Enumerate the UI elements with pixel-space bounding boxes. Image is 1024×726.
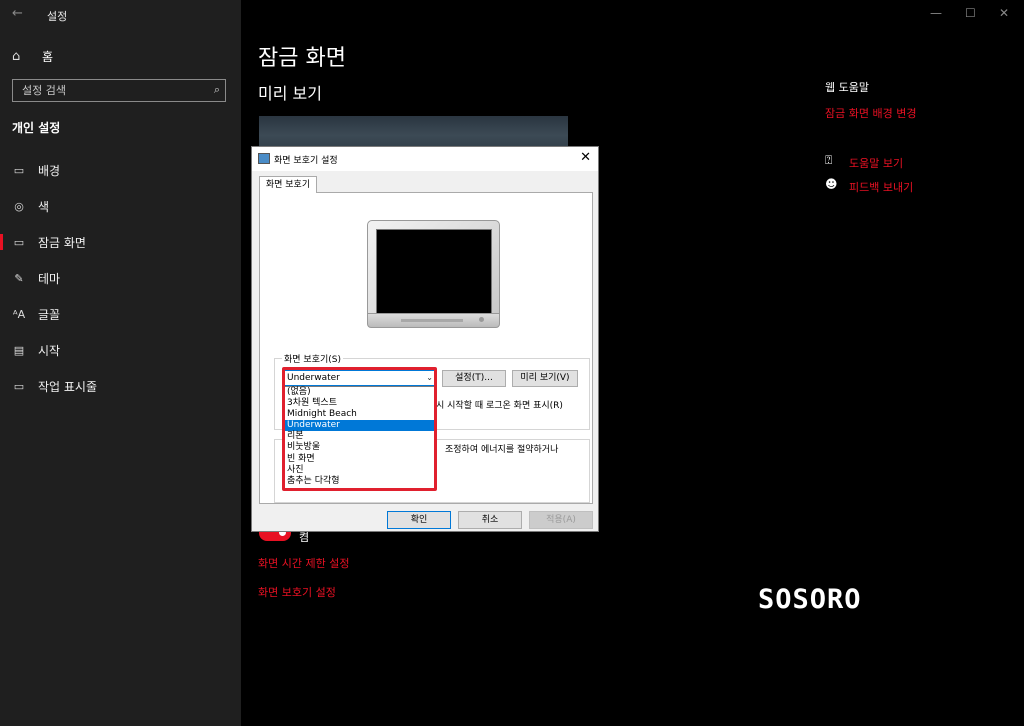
screensaver-group-label: 화면 보호기(S) — [282, 352, 343, 365]
preview-label: 미리 보기 — [258, 84, 322, 103]
home-label: 홈 — [42, 49, 54, 64]
sidebar-item-background[interactable]: ▭ 배경 — [0, 156, 241, 184]
sidebar-item-start[interactable]: ▤ 시작 — [0, 336, 241, 364]
lock-screen-icon: ▭ — [13, 235, 25, 249]
home-icon: ⌂ — [12, 48, 21, 64]
dropdown-option[interactable]: 춤추는 다각형 — [284, 476, 436, 487]
screensaver-dropdown: (없음) 3차원 텍스트 Midnight Beach Underwater 리… — [283, 386, 437, 489]
ok-button[interactable]: 확인 — [387, 511, 451, 529]
tab-screensaver[interactable]: 화면 보호기 — [259, 176, 317, 193]
sidebar-item-label: 색 — [38, 199, 50, 214]
monitor-led — [479, 317, 484, 322]
search-input[interactable] — [20, 83, 204, 98]
screensaver-select-value: Underwater — [287, 373, 340, 383]
search-box[interactable]: ⌕ — [12, 79, 226, 102]
chevron-down-icon: ⌄ — [426, 373, 433, 382]
lock-screen-preview-image — [259, 116, 568, 148]
close-button[interactable]: ✕ — [999, 6, 1009, 20]
cancel-button[interactable]: 취소 — [458, 511, 522, 529]
sidebar-item-label: 배경 — [38, 163, 61, 178]
apply-button[interactable]: 적용(A) — [529, 511, 593, 529]
dropdown-option[interactable]: (없음) — [284, 387, 436, 398]
sidebar-item-fonts[interactable]: ᴬA 글꼴 — [0, 300, 241, 328]
monitor-icon — [258, 153, 270, 164]
screensaver-select[interactable]: Underwater ⌄ — [283, 370, 437, 386]
titlebar: ← 설정 — [0, 0, 241, 30]
arrow-left-icon[interactable]: ← — [12, 6, 23, 21]
brush-icon: ✎ — [14, 271, 24, 285]
resume-logon-text: 시 시작할 때 로그온 화면 표시(R) — [436, 401, 563, 411]
screen-timeout-link[interactable]: 화면 시간 제한 설정 — [258, 555, 349, 571]
sidebar-item-label: 테마 — [38, 271, 61, 286]
sidebar-item-taskbar[interactable]: ▭ 작업 표시줄 — [0, 372, 241, 400]
dropdown-option[interactable]: 비눗방울 — [284, 442, 436, 453]
sidebar-item-themes[interactable]: ✎ 테마 — [0, 264, 241, 292]
sidebar-item-label: 작업 표시줄 — [38, 379, 98, 394]
dropdown-option[interactable]: Midnight Beach — [284, 409, 436, 420]
screensaver-settings-link[interactable]: 화면 보호기 설정 — [258, 584, 336, 600]
dialog-close-button[interactable]: ✕ — [580, 150, 591, 165]
app-title: 설정 — [47, 10, 68, 23]
start-icon: ▤ — [13, 343, 25, 357]
dropdown-option[interactable]: 빈 화면 — [284, 454, 436, 465]
power-text: 조정하여 에너지를 절약하거나 — [445, 445, 559, 455]
sidebar-item-lock-screen[interactable]: ▭ 잠금 화면 — [0, 228, 241, 256]
settings-button[interactable]: 설정(T)... — [442, 370, 506, 387]
sidebar-item-label: 잠금 화면 — [38, 235, 86, 250]
monitor-slot — [401, 319, 463, 322]
sidebar-item-label: 시작 — [38, 343, 61, 358]
change-background-link[interactable]: 잠금 화면 배경 변경 — [825, 105, 916, 121]
send-feedback-link[interactable]: 피드백 보내기 — [849, 179, 913, 195]
help-icon: ⍰ — [825, 153, 833, 167]
sidebar: ← 설정 ⌂ 홈 ⌕ 개인 설정 ▭ 배경 ◎ 색 ▭ 잠금 화면 ✎ 테마 ᴬ… — [0, 0, 241, 726]
sidebar-item-label: 글꼴 — [38, 307, 61, 322]
screensaver-dialog: 화면 보호기 설정 ✕ 화면 보호기 화면 보호기(S) 설정(T)... 미리… — [251, 146, 599, 532]
taskbar-icon: ▭ — [13, 379, 25, 393]
tab-panel: 화면 보호기(S) 설정(T)... 미리 보기(V) 시 시작할 때 로그온 … — [259, 192, 593, 504]
dialog-titlebar[interactable]: 화면 보호기 설정 ✕ — [252, 147, 598, 171]
watermark-logo: SOSORO — [758, 584, 862, 615]
page-title: 잠금 화면 — [258, 46, 346, 71]
dropdown-option[interactable]: 사진 — [284, 465, 436, 476]
feedback-icon: ☻ — [825, 177, 838, 191]
sidebar-item-home[interactable]: ⌂ 홈 — [12, 46, 53, 66]
minimize-button[interactable]: — — [930, 6, 942, 20]
help-title: 웹 도움말 — [825, 81, 869, 94]
get-help-link[interactable]: 도움말 보기 — [849, 155, 903, 171]
picture-icon: ▭ — [13, 163, 25, 177]
maximize-button[interactable]: ☐ — [965, 6, 976, 20]
search-icon[interactable]: ⌕ — [214, 83, 220, 97]
monitor-screen — [376, 229, 492, 316]
dropdown-option[interactable]: 리본 — [284, 431, 436, 442]
dialog-title: 화면 보호기 설정 — [274, 156, 338, 166]
dropdown-option[interactable]: 3차원 텍스트 — [284, 398, 436, 409]
preview-button[interactable]: 미리 보기(V) — [512, 370, 578, 387]
monitor-preview — [367, 220, 500, 328]
sidebar-item-colors[interactable]: ◎ 색 — [0, 192, 241, 220]
palette-icon: ◎ — [14, 199, 24, 213]
dropdown-option-selected[interactable]: Underwater — [284, 420, 436, 432]
section-header: 개인 설정 — [12, 121, 61, 135]
font-icon: ᴬA — [12, 307, 26, 321]
